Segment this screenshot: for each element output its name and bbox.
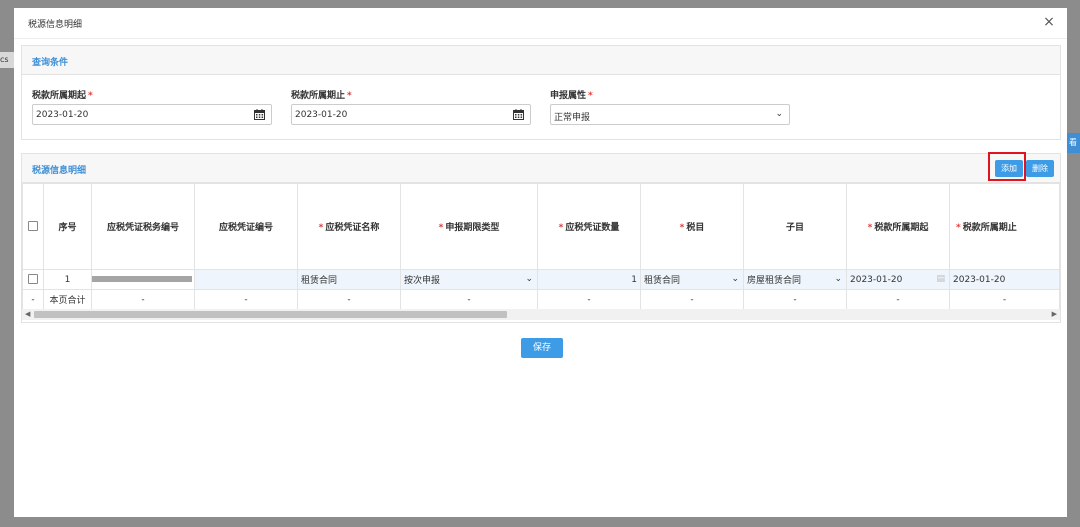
end-period-input[interactable]: 2023-01-20: [291, 104, 531, 125]
col-tax-code: 应税凭证税务编号: [91, 183, 195, 270]
select-all-checkbox[interactable]: [28, 221, 38, 232]
scroll-left-icon[interactable]: ◀: [25, 309, 30, 320]
row-voucher-name[interactable]: 租赁合同: [297, 269, 401, 290]
total-cell: -: [91, 289, 195, 310]
total-cell: -: [297, 289, 401, 310]
col-quantity: * 应税凭证数量: [537, 183, 641, 270]
row-tax-code: [91, 269, 195, 290]
tax-source-dialog: 税源信息明细 × 查询条件 税款所属期起 * 2023-01-20 税款所属期止 *…: [14, 8, 1067, 517]
background-tab-right: 看: [1066, 133, 1080, 153]
start-period-label: 税款所属期起 *: [32, 91, 93, 101]
scrollbar-thumb[interactable]: [34, 311, 507, 318]
delete-button[interactable]: 删除: [1026, 160, 1054, 177]
col-index: 序号: [43, 183, 92, 270]
total-cell: -: [949, 289, 1060, 310]
declare-attr-select[interactable]: 正常申报 ⌄: [550, 104, 790, 125]
total-cell: -: [537, 289, 641, 310]
total-cell: -: [846, 289, 950, 310]
calendar-icon[interactable]: [254, 109, 265, 120]
row-voucher-no[interactable]: [194, 269, 298, 290]
dialog-title: 税源信息明细: [28, 20, 83, 30]
row-quantity[interactable]: 1: [537, 269, 641, 290]
chevron-down-icon: ⌄: [525, 274, 533, 284]
scroll-right-icon[interactable]: ▶: [1052, 309, 1057, 320]
dialog-header: 税源信息明细 ×: [14, 8, 1067, 39]
total-cell: -: [400, 289, 538, 310]
total-label: 本页合计: [43, 289, 92, 310]
col-subitem: 子目: [743, 183, 847, 270]
table-row[interactable]: 1 租赁合同 按次申报 ⌄ 1 租赁合同 ⌄ 房屋租赁合同 ⌄ 2023-01-20 ▤…: [22, 269, 1060, 290]
detail-panel-header: 税源信息明细 添加 删除: [22, 152, 1060, 183]
col-item: * 税目: [640, 183, 744, 270]
query-panel: 查询条件 税款所属期起 * 2023-01-20 税款所属期止 * 2023-01-…: [21, 45, 1061, 140]
row-period-type-select[interactable]: 按次申报 ⌄: [400, 269, 538, 290]
col-voucher-name: * 应税凭证名称: [297, 183, 401, 270]
row-subitem-select[interactable]: 房屋租赁合同 ⌄: [743, 269, 847, 290]
horizontal-scrollbar[interactable]: ◀ ▶: [22, 309, 1060, 320]
background-tab-left: cs: [0, 52, 14, 68]
row-item-select[interactable]: 租赁合同 ⌄: [640, 269, 744, 290]
end-period-field: 税款所属期止 * 2023-01-20: [291, 88, 531, 125]
calendar-icon[interactable]: ▤: [936, 274, 945, 284]
row-index: 1: [43, 269, 92, 290]
close-icon[interactable]: ×: [1041, 14, 1057, 30]
col-start: * 税款所属期起: [846, 183, 950, 270]
query-section-title: 查询条件: [32, 58, 69, 68]
row-select-cell: [22, 269, 44, 290]
total-cell: -: [743, 289, 847, 310]
calendar-icon[interactable]: [513, 109, 524, 120]
detail-section-title: 税源信息明细: [32, 166, 87, 176]
add-button[interactable]: 添加: [995, 160, 1023, 177]
detail-table: 序号 应税凭证税务编号 应税凭证编号 * 应税凭证名称 * 申报期限类型 * 应税凭证…: [22, 183, 1060, 310]
query-panel-header: 查询条件: [22, 46, 1060, 75]
row-checkbox[interactable]: [28, 274, 38, 285]
total-row: - 本页合计 - - - - - - - - -: [22, 289, 1060, 310]
col-voucher-no: 应税凭证编号: [194, 183, 298, 270]
row-end-date[interactable]: 2023-01-20: [949, 269, 1060, 290]
total-cell: -: [640, 289, 744, 310]
chevron-down-icon: ⌄: [731, 274, 739, 284]
col-period-type: * 申报期限类型: [400, 183, 538, 270]
select-all-cell: [22, 183, 44, 270]
detail-panel: 税源信息明细 添加 删除 序号 应税凭证税务编号 应税凭证编号 * 应税凭证名称 …: [21, 152, 1061, 323]
table-header-row: 序号 应税凭证税务编号 应税凭证编号 * 应税凭证名称 * 申报期限类型 * 应税凭证…: [22, 183, 1060, 270]
chevron-down-icon: ⌄: [834, 274, 842, 284]
col-end: * 税款所属期止: [949, 183, 1060, 270]
total-mark: -: [22, 289, 44, 310]
total-cell: -: [194, 289, 298, 310]
declare-attr-field: 申报属性 * 正常申报 ⌄: [550, 88, 790, 125]
start-period-input[interactable]: 2023-01-20: [32, 104, 272, 125]
start-period-field: 税款所属期起 * 2023-01-20: [32, 88, 272, 125]
save-button[interactable]: 保存: [521, 338, 563, 358]
declare-attr-label: 申报属性 *: [550, 91, 593, 101]
chevron-down-icon: ⌄: [775, 109, 783, 119]
end-period-label: 税款所属期止 *: [291, 91, 352, 101]
row-start-date[interactable]: 2023-01-20 ▤: [846, 269, 950, 290]
